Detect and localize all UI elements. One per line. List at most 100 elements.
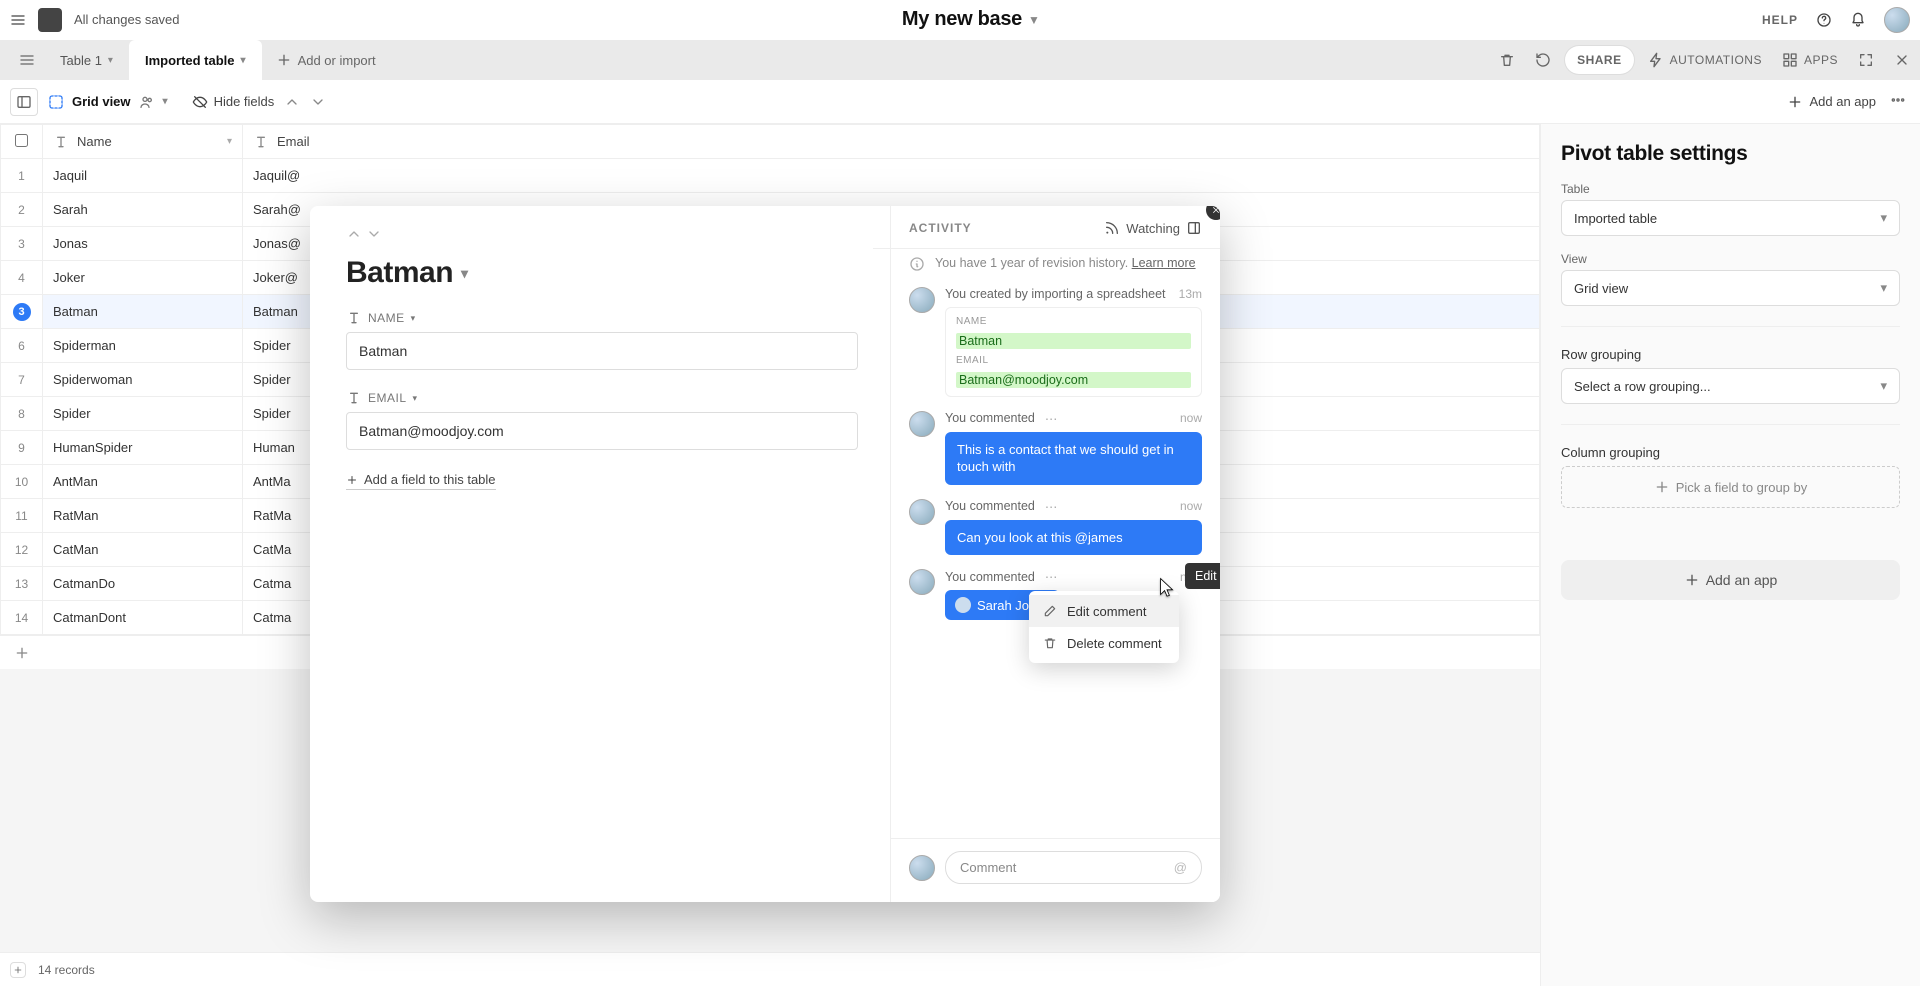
app-logo[interactable] xyxy=(38,8,62,32)
apps-button[interactable]: APPS xyxy=(1772,40,1848,80)
add-an-app-button[interactable]: Add an app xyxy=(1787,94,1876,110)
tab-imported-table[interactable]: Imported table ▾ xyxy=(129,40,262,80)
menu-icon[interactable] xyxy=(10,12,26,28)
comment-actions-button[interactable]: ⋯ xyxy=(1043,499,1060,514)
views-sidebar-toggle[interactable] xyxy=(10,88,38,116)
cell-name[interactable]: RatMan xyxy=(43,499,243,533)
row-number[interactable]: 11 xyxy=(1,499,43,533)
user-avatar[interactable] xyxy=(1884,7,1910,33)
cell-name[interactable]: Joker xyxy=(43,261,243,295)
add-an-app-panel-button[interactable]: Add an app xyxy=(1561,560,1900,600)
cell-name[interactable]: Spiderman xyxy=(43,329,243,363)
select-all-checkbox[interactable] xyxy=(15,134,28,147)
help-link[interactable]: HELP xyxy=(1762,13,1798,27)
field-email-label: EMAIL xyxy=(368,391,407,405)
row-number[interactable]: 3 xyxy=(1,227,43,261)
chevron-down-icon[interactable] xyxy=(310,94,326,110)
cell-name[interactable]: CatmanDont xyxy=(43,601,243,635)
row-number[interactable]: 12 xyxy=(1,533,43,567)
viewbar-more-button[interactable] xyxy=(1886,88,1910,115)
pivot-table-select[interactable]: Imported table ▾ xyxy=(1561,200,1900,236)
comment-actions-button[interactable]: ⋯ xyxy=(1043,411,1060,426)
comment-input[interactable]: Comment @ xyxy=(945,851,1202,884)
column-menu-caret-icon[interactable]: ▾ xyxy=(227,136,232,147)
pivot-view-label: View xyxy=(1561,252,1900,266)
row-number[interactable]: 13 xyxy=(1,567,43,601)
cell-name[interactable]: Spiderwoman xyxy=(43,363,243,397)
field-menu-caret-icon[interactable]: ▾ xyxy=(411,313,416,324)
row-number[interactable]: 14 xyxy=(1,601,43,635)
hide-fields-button[interactable]: Hide fields xyxy=(192,94,275,110)
automations-button[interactable]: AUTOMATIONS xyxy=(1638,40,1772,80)
fullscreen-button[interactable] xyxy=(1848,40,1884,80)
record-title: Batman xyxy=(346,256,453,290)
comment-actions-button[interactable]: ⋯ xyxy=(1043,569,1060,584)
cell-name[interactable]: Jonas xyxy=(43,227,243,261)
help-icon[interactable] xyxy=(1816,12,1832,28)
chevron-up-icon[interactable] xyxy=(284,94,300,110)
column-header-name[interactable]: Name ▾ xyxy=(43,125,243,159)
select-all-header[interactable] xyxy=(1,125,43,159)
edit-comment-label: Edit comment xyxy=(1067,604,1146,619)
cell-name[interactable]: HumanSpider xyxy=(43,431,243,465)
table-row[interactable]: 1JaquilJaquil@ xyxy=(1,159,1540,193)
plus-icon xyxy=(14,645,30,661)
row-grouping-select[interactable]: Select a row grouping... ▾ xyxy=(1561,368,1900,404)
text-field-icon xyxy=(346,390,362,406)
row-grouping-value: Select a row grouping... xyxy=(1574,379,1711,394)
history-button[interactable] xyxy=(1489,40,1525,80)
comment-bubble: Can you look at this @james xyxy=(945,520,1202,556)
collaborators-icon[interactable] xyxy=(139,94,155,110)
activity-log-text: You created by importing a spreadsheet xyxy=(945,287,1166,301)
bell-icon[interactable] xyxy=(1850,12,1866,28)
learn-more-link[interactable]: Learn more xyxy=(1132,256,1196,270)
cell-email[interactable]: Jaquil@ xyxy=(243,159,1540,193)
close-panel-button[interactable] xyxy=(1884,40,1920,80)
activity-comment-1: You commented ⋯ now This is a contact th… xyxy=(909,411,1202,485)
share-button[interactable]: SHARE xyxy=(1565,46,1634,74)
tab-table-1[interactable]: Table 1 ▾ xyxy=(44,40,129,80)
column-grouping-dropzone[interactable]: Pick a field to group by xyxy=(1561,466,1900,508)
add-or-import-button[interactable]: Add or import xyxy=(262,40,390,80)
base-name-caret-icon[interactable]: ▼ xyxy=(1028,13,1040,27)
avatar xyxy=(909,569,935,595)
cell-name[interactable]: CatmanDo xyxy=(43,567,243,601)
row-number[interactable]: 2 xyxy=(1,193,43,227)
mention-button[interactable]: @ xyxy=(1174,860,1187,875)
row-number[interactable]: 3 xyxy=(1,295,43,329)
pivot-view-select[interactable]: Grid view ▾ xyxy=(1561,270,1900,306)
cell-name[interactable]: CatMan xyxy=(43,533,243,567)
left-rail-toggle[interactable] xyxy=(10,40,44,80)
cell-name[interactable]: Spider xyxy=(43,397,243,431)
row-number[interactable]: 9 xyxy=(1,431,43,465)
base-name[interactable]: My new base xyxy=(902,8,1022,31)
add-record-footer-button[interactable] xyxy=(10,962,26,978)
row-comment-badge[interactable]: 3 xyxy=(13,303,31,321)
watching-toggle[interactable]: Watching xyxy=(1104,220,1202,236)
edit-comment-item[interactable]: Edit comment xyxy=(1029,595,1179,627)
cell-name[interactable]: Jaquil xyxy=(43,159,243,193)
field-email-input[interactable]: Batman@moodjoy.com xyxy=(346,412,858,450)
row-number[interactable]: 8 xyxy=(1,397,43,431)
grid-view-caret-icon[interactable]: ▾ xyxy=(163,96,168,107)
undo-button[interactable] xyxy=(1525,40,1561,80)
field-menu-caret-icon[interactable]: ▾ xyxy=(413,393,418,404)
field-name-input[interactable]: Batman xyxy=(346,332,858,370)
grid-view-switcher[interactable]: Grid view ▾ xyxy=(48,94,168,110)
cell-name[interactable]: Batman xyxy=(43,295,243,329)
prev-record-button[interactable] xyxy=(346,226,362,242)
next-record-button[interactable] xyxy=(366,226,382,242)
add-field-button[interactable]: Add a field to this table xyxy=(346,472,496,490)
cell-name[interactable]: Sarah xyxy=(43,193,243,227)
row-number[interactable]: 7 xyxy=(1,363,43,397)
row-number[interactable]: 4 xyxy=(1,261,43,295)
row-number[interactable]: 10 xyxy=(1,465,43,499)
row-number[interactable]: 6 xyxy=(1,329,43,363)
column-header-email[interactable]: Email xyxy=(243,125,1540,159)
comment-text: Can you look at this @james xyxy=(957,530,1123,545)
record-title-caret-icon[interactable]: ▾ xyxy=(461,265,468,282)
expand-activity-icon[interactable] xyxy=(1186,220,1202,236)
delete-comment-item[interactable]: Delete comment xyxy=(1029,627,1179,659)
cell-name[interactable]: AntMan xyxy=(43,465,243,499)
row-number[interactable]: 1 xyxy=(1,159,43,193)
